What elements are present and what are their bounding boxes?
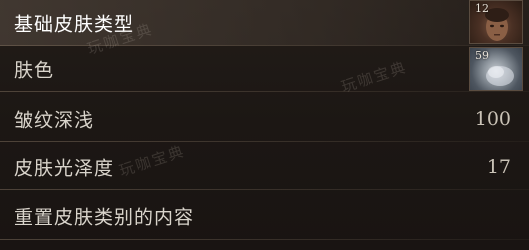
skin-gloss-label: 皮肤光泽度 <box>14 157 115 180</box>
skin-color-label: 肤色 <box>14 59 55 82</box>
row-skin-gloss[interactable]: 皮肤光泽度 17 <box>0 144 529 190</box>
row-skin-color[interactable]: 肤色 59 <box>0 46 529 92</box>
skin-color-number: 59 <box>475 49 489 62</box>
skin-type-thumbnail[interactable]: 12 <box>469 0 523 44</box>
skin-color-swatch[interactable]: 59 <box>469 47 523 91</box>
skin-type-number: 12 <box>475 2 489 15</box>
wrinkle-depth-label: 皱纹深浅 <box>14 109 95 132</box>
reset-skin-label: 重置皮肤类别的内容 <box>14 206 195 229</box>
wrinkle-depth-value: 100 <box>474 108 511 130</box>
row-wrinkle-depth[interactable]: 皱纹深浅 100 <box>0 96 529 142</box>
row-base-skin-type[interactable]: 基础皮肤类型 12 <box>0 0 529 46</box>
base-skin-type-label: 基础皮肤类型 <box>14 13 135 36</box>
row-reset-skin[interactable]: 重置皮肤类别的内容 <box>0 192 529 240</box>
skin-settings-panel: 基础皮肤类型 12 肤色 59 皱纹深浅 100 皮肤光泽度 17 重置皮肤类别… <box>0 0 529 250</box>
skin-gloss-value: 17 <box>486 156 511 178</box>
